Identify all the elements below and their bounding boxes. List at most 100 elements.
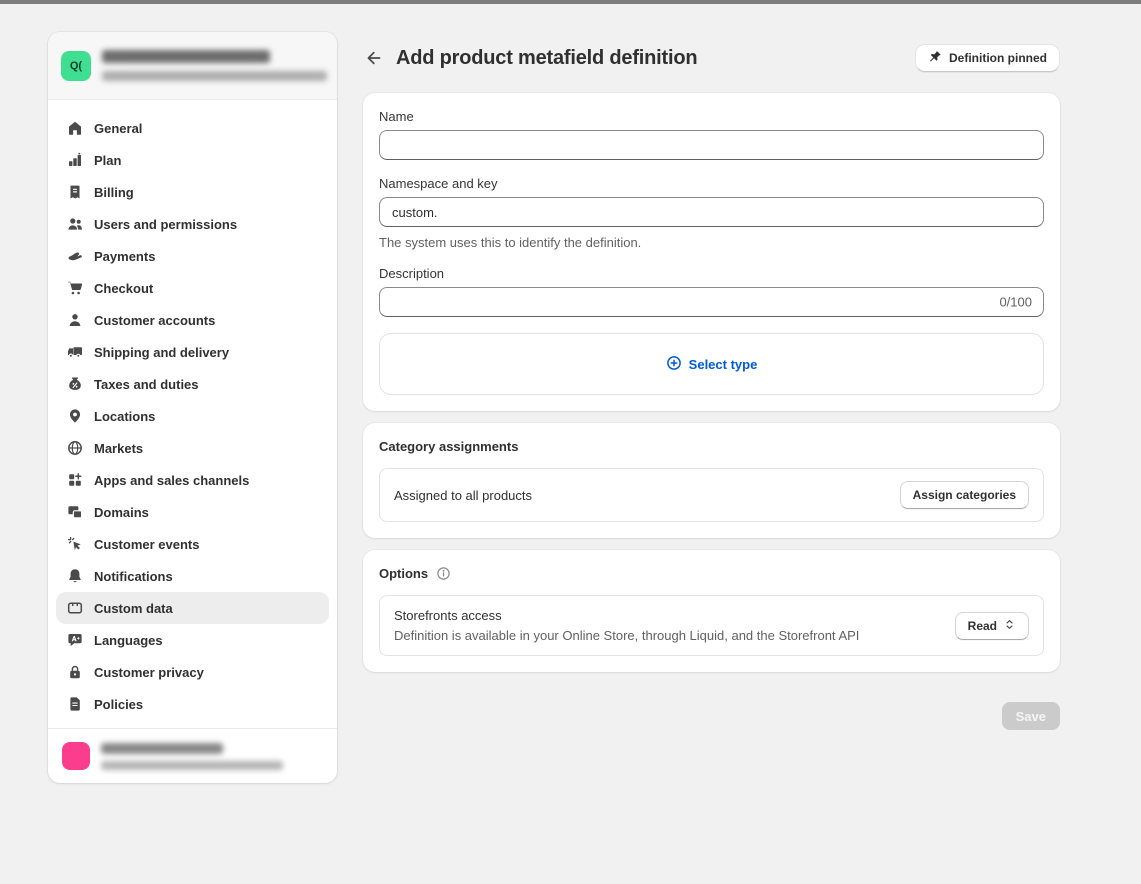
sidebar-item-label: Billing [94, 185, 134, 200]
lock-icon [67, 664, 83, 680]
caret-updown-icon [1003, 618, 1016, 634]
category-status-text: Assigned to all products [394, 488, 532, 503]
sidebar-item-apps-and-sales-channels[interactable]: Apps and sales channels [56, 464, 329, 496]
user-avatar [62, 742, 90, 770]
page-title: Add product metafield definition [396, 47, 697, 70]
storefronts-access-description: Definition is available in your Online S… [394, 628, 859, 643]
options-heading: Options [379, 566, 428, 581]
info-icon[interactable] [436, 566, 451, 581]
money-bag-icon [67, 376, 83, 392]
cart-icon [67, 280, 83, 296]
sidebar-item-customer-events[interactable]: Customer events [56, 528, 329, 560]
select-type-button[interactable]: Select type [666, 355, 758, 374]
person-icon [67, 312, 83, 328]
options-heading-row: Options [379, 566, 1044, 581]
sidebar-item-locations[interactable]: Locations [56, 400, 329, 432]
user-footer[interactable] [48, 728, 337, 783]
sidebar-item-custom-data[interactable]: Custom data [56, 592, 329, 624]
domains-icon [67, 504, 83, 520]
category-assignments-heading: Category assignments [379, 439, 1044, 454]
save-button[interactable]: Save [1002, 702, 1060, 730]
sidebar-item-customer-accounts[interactable]: Customer accounts [56, 304, 329, 336]
namespace-help-text: The system uses this to identify the def… [379, 235, 1044, 250]
name-input[interactable] [379, 130, 1044, 160]
plan-icon [67, 152, 83, 168]
page-header: Add product metafield definition Definit… [363, 43, 1060, 73]
cursor-click-icon [67, 536, 83, 552]
sidebar-item-label: Customer events [94, 537, 199, 552]
sidebar-item-languages[interactable]: Languages [56, 624, 329, 656]
category-assignments-row: Assigned to all products Assign categori… [379, 468, 1044, 522]
storefronts-access-row: Storefronts access Definition is availab… [379, 595, 1044, 656]
sidebar-item-billing[interactable]: Billing [56, 176, 329, 208]
definition-pinned-button[interactable]: Definition pinned [915, 44, 1060, 72]
store-url-redacted [102, 71, 327, 81]
sidebar-item-label: Domains [94, 505, 149, 520]
main-content: Add product metafield definition Definit… [363, 43, 1060, 730]
namespace-label: Namespace and key [379, 176, 1044, 191]
description-label: Description [379, 266, 1044, 281]
custom-data-icon [67, 600, 83, 616]
store-name-redacted [102, 50, 270, 63]
user-meta [101, 743, 283, 770]
namespace-field-group: Namespace and key The system uses this t… [379, 176, 1044, 250]
sidebar-item-payments[interactable]: Payments [56, 240, 329, 272]
user-name-redacted [101, 743, 223, 754]
sidebar-item-notifications[interactable]: Notifications [56, 560, 329, 592]
definition-form-card: Name Namespace and key The system uses t… [363, 93, 1060, 411]
sidebar-item-plan[interactable]: Plan [56, 144, 329, 176]
sidebar-item-label: Customer privacy [94, 665, 204, 680]
pinned-button-label: Definition pinned [949, 51, 1047, 65]
sidebar-item-markets[interactable]: Markets [56, 432, 329, 464]
sidebar-item-general[interactable]: General [56, 112, 329, 144]
sidebar-item-label: Apps and sales channels [94, 473, 249, 488]
options-card: Options Storefronts access Definition is… [363, 550, 1060, 672]
back-button[interactable] [363, 47, 385, 69]
storefront-access-select[interactable]: Read [955, 612, 1029, 640]
back-arrow-icon [364, 48, 384, 68]
sidebar-item-shipping-and-delivery[interactable]: Shipping and delivery [56, 336, 329, 368]
policies-icon [67, 696, 83, 712]
sidebar-item-label: Shipping and delivery [94, 345, 229, 360]
sidebar-item-label: Notifications [94, 569, 173, 584]
namespace-input[interactable] [379, 197, 1044, 227]
billing-icon [67, 184, 83, 200]
description-field-group: Description 0/100 [379, 266, 1044, 317]
circle-plus-icon [666, 355, 682, 374]
sidebar-item-label: Locations [94, 409, 155, 424]
select-type-label: Select type [689, 357, 758, 372]
truck-icon [67, 344, 83, 360]
sidebar-item-checkout[interactable]: Checkout [56, 272, 329, 304]
sidebar-item-domains[interactable]: Domains [56, 496, 329, 528]
user-email-redacted [101, 761, 283, 770]
sidebar-item-customer-privacy[interactable]: Customer privacy [56, 656, 329, 688]
sidebar-item-label: Users and permissions [94, 217, 237, 232]
sidebar-item-label: Markets [94, 441, 143, 456]
store-meta [102, 50, 327, 81]
sidebar-item-label: Custom data [94, 601, 173, 616]
storefronts-access-title: Storefronts access [394, 608, 859, 623]
sidebar-item-policies[interactable]: Policies [56, 688, 329, 720]
sidebar-item-label: Payments [94, 249, 155, 264]
sidebar-item-label: Languages [94, 633, 163, 648]
sidebar-item-taxes-and-duties[interactable]: Taxes and duties [56, 368, 329, 400]
assign-categories-button[interactable]: Assign categories [900, 481, 1029, 509]
select-type-container: Select type [379, 333, 1044, 395]
sidebar-item-label: General [94, 121, 142, 136]
storefront-access-value: Read [968, 619, 997, 633]
location-pin-icon [67, 408, 83, 424]
window-top-edge [0, 0, 1141, 4]
languages-icon [67, 632, 83, 648]
sidebar-item-label: Policies [94, 697, 143, 712]
apps-icon [67, 472, 83, 488]
description-input[interactable] [379, 287, 1044, 317]
sidebar-item-label: Taxes and duties [94, 377, 199, 392]
sidebar-item-label: Checkout [94, 281, 153, 296]
home-icon [67, 120, 83, 136]
sidebar-item-label: Plan [94, 153, 121, 168]
store-header[interactable]: Q( [48, 32, 337, 100]
name-label: Name [379, 109, 1044, 124]
sidebar-item-label: Customer accounts [94, 313, 215, 328]
sidebar-item-users-and-permissions[interactable]: Users and permissions [56, 208, 329, 240]
pin-icon [928, 50, 942, 67]
